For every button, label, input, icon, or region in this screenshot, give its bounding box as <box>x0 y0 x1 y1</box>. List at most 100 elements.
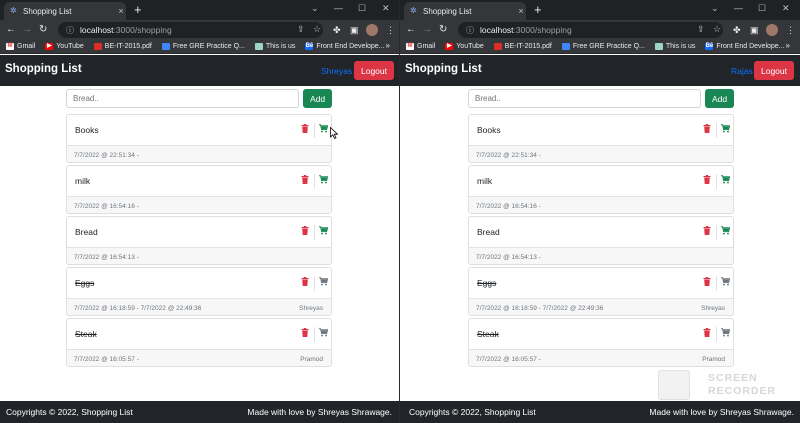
bookmarks-more-icon[interactable]: » <box>386 41 390 50</box>
tab-search-icon[interactable]: ⌄ <box>311 2 319 14</box>
tab-search-icon[interactable]: ⌄ <box>711 2 719 14</box>
extensions-icon[interactable]: ✤ <box>733 23 741 37</box>
cart-icon[interactable] <box>317 124 330 137</box>
add-button[interactable]: Add <box>705 89 734 108</box>
username-link[interactable]: Shreyas <box>321 66 352 76</box>
back-icon[interactable]: ← <box>6 23 16 37</box>
back-icon[interactable]: ← <box>406 23 416 37</box>
extensions-icon[interactable]: ✤ <box>333 23 341 37</box>
maximize-icon[interactable]: ☐ <box>358 2 366 14</box>
info-icon[interactable]: ⓘ <box>466 25 474 36</box>
bookmark-gmail[interactable]: M Gmail <box>406 43 435 50</box>
cart-icon[interactable] <box>719 175 732 188</box>
cart-icon[interactable] <box>317 328 330 341</box>
address-bar[interactable]: ⓘ localhost:3000/shopping <box>58 22 323 38</box>
trash-icon[interactable] <box>700 328 713 341</box>
minimize-icon[interactable]: — <box>334 2 343 14</box>
item-input[interactable] <box>66 89 299 108</box>
browser-toolbar: ← → ↻ ⓘ localhost:3000/shopping ⇪ ☆ ✤ ▣ … <box>0 20 400 40</box>
close-window-icon[interactable]: ✕ <box>382 2 390 14</box>
info-icon[interactable]: ⓘ <box>66 25 74 36</box>
bookmark-star-icon[interactable]: ☆ <box>313 22 321 36</box>
navbar-brand[interactable]: Shopping List <box>405 63 482 75</box>
trash-icon[interactable] <box>700 277 713 290</box>
list-item: Steak 7/7/2022 @ 16:05:57 - Pramod <box>66 318 332 367</box>
bookmark-youtube[interactable]: ▶ YouTube <box>445 43 484 50</box>
item-timestamp: 7/7/2022 @ 16:54:16 - <box>476 203 541 210</box>
watermark-text: SCREEN RECORDER <box>708 372 777 397</box>
bookmark-this-is-us[interactable]: This is us <box>254 43 295 50</box>
new-tab-button[interactable]: + <box>534 2 542 18</box>
cart-icon[interactable] <box>317 226 330 239</box>
item-author: Shreyas <box>701 305 725 312</box>
cart-icon[interactable] <box>317 277 330 290</box>
footer-copyright: Copyrights © 2022, Shopping List <box>6 407 133 417</box>
trash-icon[interactable] <box>298 124 311 137</box>
close-window-icon[interactable]: ✕ <box>782 2 790 14</box>
bookmarks-more-icon[interactable]: » <box>786 41 790 50</box>
trash-icon[interactable] <box>298 328 311 341</box>
cart-icon[interactable] <box>719 328 732 341</box>
bookmark-gmail[interactable]: M Gmail <box>6 43 35 50</box>
bookmark-gre[interactable]: Free GRE Practice Q... <box>561 43 645 50</box>
bookmark-this-is-us[interactable]: This is us <box>654 43 695 50</box>
navbar-brand[interactable]: Shopping List <box>5 63 82 75</box>
bookmark-pdf[interactable]: BE-IT-2015.pdf <box>93 43 152 50</box>
logout-button[interactable]: Logout <box>354 61 394 80</box>
close-tab-icon[interactable]: × <box>516 6 526 16</box>
cart-icon[interactable] <box>317 175 330 188</box>
cart-icon[interactable] <box>719 277 732 290</box>
profile-avatar[interactable] <box>366 24 378 36</box>
username-link[interactable]: Rajas <box>731 66 753 76</box>
bookmarks-bar: M Gmail ▶ YouTube BE-IT-2015.pdf Free GRE … <box>400 40 800 54</box>
side-panel-icon[interactable]: ▣ <box>350 23 359 37</box>
doc-icon <box>561 43 570 50</box>
page-footer: Copyrights © 2022, Shopping List Made wi… <box>400 401 800 423</box>
share-icon[interactable]: ⇪ <box>297 22 305 36</box>
cart-icon[interactable] <box>719 226 732 239</box>
logout-button[interactable]: Logout <box>754 61 794 80</box>
add-button[interactable]: Add <box>303 89 332 108</box>
bookmark-front-end[interactable]: Bē Front End Develope... <box>305 43 385 50</box>
browser-tab[interactable]: ✲ Shopping List × <box>4 2 126 20</box>
bookmark-front-end[interactable]: Bē Front End Develope... <box>705 43 785 50</box>
browser-toolbar: ← → ↻ ⓘ localhost:3000/shopping ⇪ ☆ ✤ ▣ … <box>400 20 800 40</box>
trash-icon[interactable] <box>700 175 713 188</box>
side-panel-icon[interactable]: ▣ <box>750 23 759 37</box>
maximize-icon[interactable]: ☐ <box>758 2 766 14</box>
bookmark-pdf[interactable]: BE-IT-2015.pdf <box>493 43 552 50</box>
footer-credit: Made with love by Shreyas Shrawage. <box>247 407 392 417</box>
tab-bar: ✲ Shopping List × + ⌄ — ☐ ✕ <box>0 0 400 20</box>
app-navbar: Shopping List Rajas Logout <box>400 55 800 86</box>
close-tab-icon[interactable]: × <box>116 6 126 16</box>
item-footer: 7/7/2022 @ 16:18:59 - 7/7/2022 @ 22:49:3… <box>67 298 331 315</box>
reload-icon[interactable]: ↻ <box>39 23 47 37</box>
add-item-form: Add <box>468 89 734 109</box>
trash-icon[interactable] <box>298 277 311 290</box>
minimize-icon[interactable]: — <box>734 2 743 14</box>
trash-icon[interactable] <box>700 124 713 137</box>
bookmark-gre[interactable]: Free GRE Practice Q... <box>161 43 245 50</box>
trash-icon[interactable] <box>298 175 311 188</box>
share-icon[interactable]: ⇪ <box>697 22 705 36</box>
youtube-icon: ▶ <box>445 43 454 50</box>
forward-icon[interactable]: → <box>422 23 432 37</box>
doc-icon <box>161 43 170 50</box>
bookmark-star-icon[interactable]: ☆ <box>713 22 721 36</box>
item-input[interactable] <box>468 89 701 108</box>
item-timestamp: 7/7/2022 @ 16:05:57 - <box>476 356 541 363</box>
page-icon <box>254 43 263 50</box>
menu-icon[interactable]: ⋮ <box>786 23 795 37</box>
trash-icon[interactable] <box>700 226 713 239</box>
address-bar[interactable]: ⓘ localhost:3000/shopping <box>458 22 723 38</box>
forward-icon[interactable]: → <box>22 23 32 37</box>
bookmark-youtube[interactable]: ▶ YouTube <box>45 43 84 50</box>
trash-icon[interactable] <box>298 226 311 239</box>
new-tab-button[interactable]: + <box>134 2 142 18</box>
reload-icon[interactable]: ↻ <box>439 23 447 37</box>
cart-icon[interactable] <box>719 124 732 137</box>
profile-avatar[interactable] <box>766 24 778 36</box>
browser-tab[interactable]: ✲ Shopping List × <box>404 2 526 20</box>
pdf-icon <box>93 43 102 50</box>
menu-icon[interactable]: ⋮ <box>386 23 395 37</box>
